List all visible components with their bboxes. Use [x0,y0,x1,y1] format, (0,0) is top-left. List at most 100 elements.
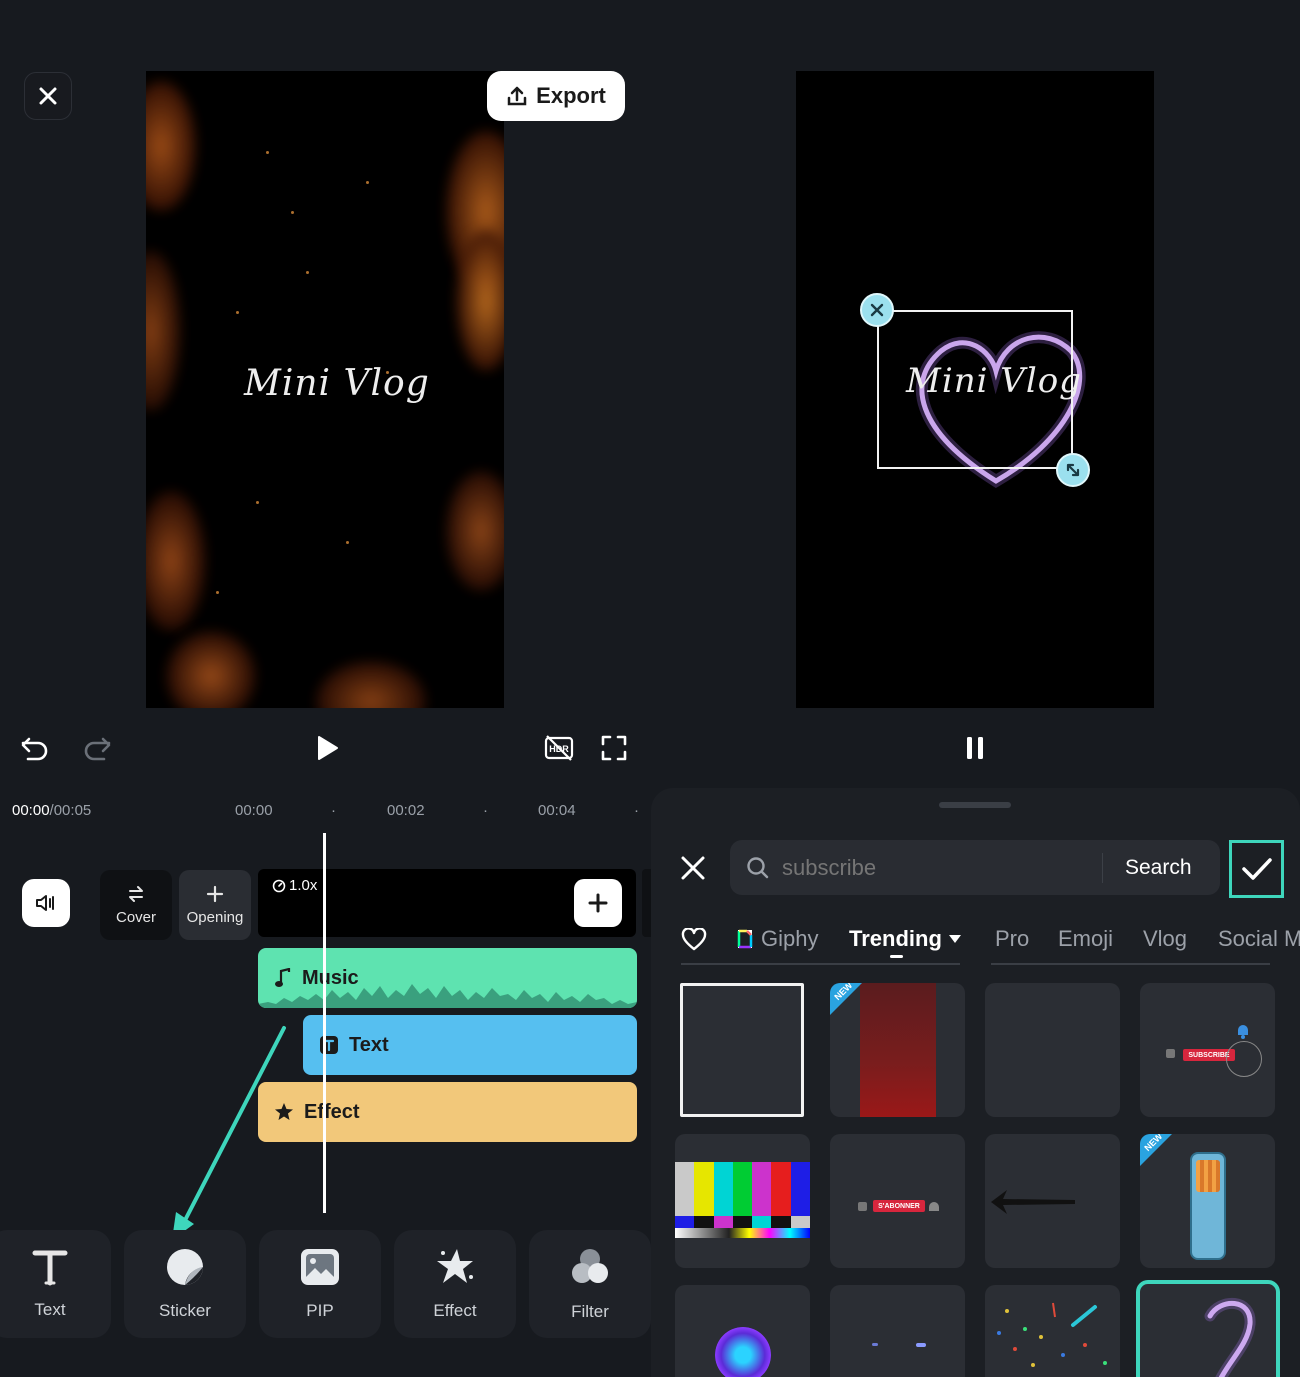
tick-dot: · [634,802,639,819]
remove-sticker-handle[interactable] [860,293,894,327]
tool-filter-button[interactable]: Filter [529,1230,651,1338]
giphy-logo-icon [737,929,753,949]
play-button[interactable] [310,731,344,765]
sticker-item[interactable]: S'ABONNER [830,1134,965,1268]
fullscreen-button[interactable] [597,731,631,765]
color-bars-bottom [675,1216,810,1228]
speaker-icon [36,895,54,911]
picture-in-picture-icon [301,1249,339,1285]
heart-icon [681,927,707,951]
thumbs-up-icon [858,1202,867,1211]
click-ring [1226,1041,1262,1077]
sabonner-sticker-label: S'ABONNER [873,1200,925,1212]
text-track[interactable]: Text [303,1015,637,1075]
tool-label: Filter [571,1302,609,1321]
tool-effect-button[interactable]: Effect [394,1230,516,1338]
mute-audio-button[interactable] [22,879,70,927]
tick-dot: · [483,802,488,819]
confirm-button[interactable] [1229,840,1284,898]
tool-sticker-button[interactable]: Sticker [124,1230,246,1338]
burst-sticker [715,1327,771,1377]
close-panel-button[interactable] [676,851,710,885]
total-time: /00:05 [49,802,92,819]
tab-group-divider [681,963,960,965]
fullscreen-icon [601,735,627,761]
sticker-item[interactable]: NEW [1140,1134,1275,1268]
cover-label: Cover [115,908,156,926]
close-editor-button[interactable] [24,72,72,120]
audio-waveform [258,984,637,1008]
search-input[interactable] [782,854,1102,881]
panel-drag-handle[interactable] [939,802,1011,808]
plus-icon [588,893,608,913]
upload-icon [507,86,527,106]
close-icon [681,856,705,880]
text-track-label: Text [349,1033,389,1056]
tab-emoji[interactable]: Emoji [1058,926,1113,952]
export-button[interactable]: Export [487,71,625,121]
redo-icon [84,737,111,761]
sticker-item[interactable] [985,1285,1120,1377]
undo-button[interactable] [18,731,52,765]
color-bars [675,1162,810,1216]
resize-sticker-handle[interactable] [1056,453,1090,487]
sticker-item[interactable]: SUBSCRIBE [1140,983,1275,1117]
tab-label: Trending [849,926,942,951]
playhead[interactable] [323,833,326,1213]
sticker-item[interactable] [985,983,1120,1117]
tool-pip-button[interactable]: PIP [259,1230,381,1338]
hdr-toggle-button[interactable]: HDR [541,730,577,766]
tab-social-media[interactable]: Social M [1218,926,1300,952]
tab-vlog[interactable]: Vlog [1143,926,1187,952]
checkmark-icon [1241,858,1272,880]
music-track[interactable]: Music [258,948,637,1008]
cover-button[interactable]: Cover [100,870,172,940]
hdr-off-icon: HDR [544,735,574,761]
sticker-selection-box[interactable] [877,310,1073,469]
export-label: Export [536,83,606,108]
new-badge-icon: NEW [1140,1134,1172,1166]
pause-icon [967,737,983,759]
tool-label: Sticker [159,1301,211,1320]
play-icon [318,736,338,760]
opening-button[interactable]: Opening [179,870,251,940]
tab-trending[interactable]: Trending [849,926,962,952]
tool-text-button[interactable]: Text [0,1230,111,1338]
sticker-none[interactable] [680,983,804,1117]
opening-label: Opening [186,908,244,926]
sticker-item[interactable] [675,1285,810,1377]
search-icon [747,856,769,878]
tick-label: 00:02 [387,802,425,819]
sticker-item[interactable] [830,1285,965,1377]
video-preview-left: Mini Vlog [146,71,504,708]
new-badge-icon: NEW [830,983,862,1015]
tool-label: Text [34,1300,66,1319]
tab-giphy[interactable]: Giphy [737,926,818,952]
tab-group-divider [991,963,1270,965]
sticker-item[interactable] [985,1134,1120,1268]
close-icon [870,303,884,317]
search-button[interactable]: Search [1125,856,1192,880]
speed-value: 1.0x [289,877,318,894]
tool-label: PIP [306,1301,334,1320]
search-divider [1102,852,1103,883]
effect-star-icon [437,1249,473,1283]
time-readout: 00:00/00:05 [12,802,91,819]
sticker-item[interactable] [675,1134,810,1268]
pause-button[interactable] [958,731,992,765]
speed-icon [272,879,286,892]
sticker-icon [167,1249,203,1285]
sticker-item[interactable]: NEW [830,983,965,1117]
speed-badge: 1.0x [272,877,317,894]
pencils [1196,1160,1220,1192]
effect-track[interactable]: Effect [258,1082,637,1142]
text-t-icon [32,1250,68,1286]
sticker-item-selected[interactable] [1136,1280,1280,1377]
add-clip-button[interactable] [574,879,622,927]
tab-pro[interactable]: Pro [995,926,1029,952]
favorites-tab[interactable] [681,927,707,957]
color-gradient-strip [675,1228,810,1238]
tick-label: 00:04 [538,802,576,819]
arrow-left-sticker [991,1190,1075,1214]
redo-button[interactable] [80,731,114,765]
